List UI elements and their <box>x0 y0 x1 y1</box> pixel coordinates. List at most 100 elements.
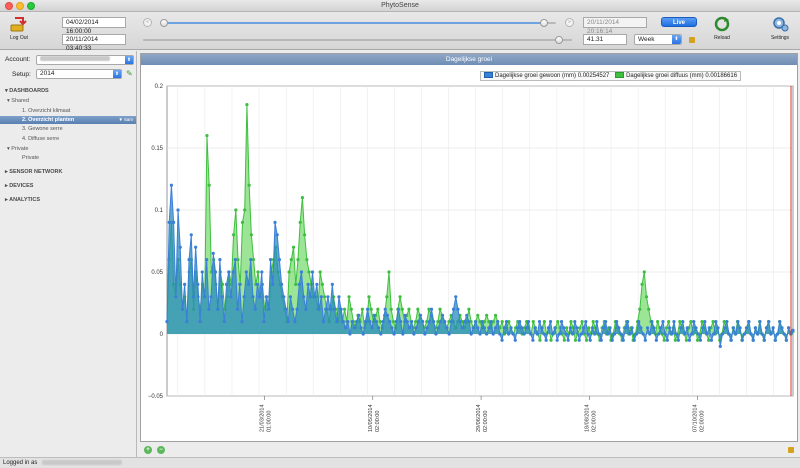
sidebar-item-gewone-serre[interactable]: 3. Gewone serre <box>22 126 63 132</box>
start-date-field[interactable]: 04/02/2014 16:00:00 <box>62 17 126 35</box>
lock-icon[interactable] <box>689 37 695 43</box>
zoom-value-field[interactable]: 41.31 <box>583 34 627 45</box>
reload-icon <box>713 16 731 32</box>
series-gewoon-point <box>260 270 264 274</box>
analytics-header[interactable]: ▸ ANALYTICS <box>5 197 40 203</box>
series-gewoon-point <box>262 320 266 324</box>
series-diffuus-point <box>240 220 245 224</box>
edit-setup-icon[interactable]: ✎ <box>126 69 133 78</box>
series-gewoon-point <box>266 307 270 311</box>
series-diffuus-point <box>243 208 247 212</box>
series-gewoon-point <box>586 332 590 336</box>
series-diffuus-point <box>695 338 700 342</box>
series-gewoon-point <box>385 313 390 317</box>
growth-chart[interactable]: 0.2 0.15 0.1 0.05 0 −0.05 21/03/2014 01:00:00 10… <box>141 66 797 442</box>
series-gewoon-point <box>648 332 652 336</box>
devices-header[interactable]: ▸ DEVICES <box>5 183 33 189</box>
account-select[interactable]: ⬍ <box>36 55 134 65</box>
series-diffuus-point <box>667 320 671 324</box>
x-tick-label: 18/08/2014 <box>584 404 590 432</box>
series-gewoon-point <box>445 326 449 330</box>
range-slider-start-handle[interactable] <box>160 19 168 27</box>
series-gewoon-point <box>372 313 376 317</box>
sidebar-item-private[interactable]: Private <box>22 155 39 161</box>
series-diffuus-point <box>400 307 404 311</box>
minimize-window-button[interactable] <box>16 2 24 10</box>
series-gewoon-point <box>610 338 614 342</box>
series-gewoon-point <box>313 295 317 299</box>
current-date-field[interactable]: 20/11/2014 03:40:33 <box>62 34 126 52</box>
series-gewoon-point <box>368 320 372 324</box>
private-group[interactable]: ▾ Private <box>7 146 28 152</box>
plot-area <box>166 85 794 397</box>
series-gewoon-point <box>769 332 773 336</box>
series-gewoon-point <box>575 326 579 330</box>
end-date-field[interactable]: 20/11/2014 20:16:14 <box>583 17 647 35</box>
setup-select[interactable]: 2014 ⬍ <box>36 69 122 79</box>
series-gewoon-point <box>709 338 714 342</box>
position-slider-handle[interactable] <box>555 36 564 44</box>
settings-button[interactable]: Settings <box>766 16 794 41</box>
series-diffuus-point <box>569 320 573 324</box>
close-window-button[interactable] <box>5 2 13 10</box>
series-diffuus-point <box>591 320 595 324</box>
series-diffuus-point <box>367 295 371 299</box>
logout-label: Log Out <box>10 35 28 41</box>
series-gewoon-point <box>357 313 361 317</box>
series-gewoon-point <box>562 326 566 330</box>
sidebar-item-overzicht-klimaat[interactable]: 1. Overzicht klimaat <box>22 108 70 114</box>
y-tick-label: 0.1 <box>155 208 164 214</box>
series-gewoon-point <box>167 220 171 224</box>
series-gewoon-point <box>231 270 235 274</box>
series-diffuus-point <box>391 320 396 324</box>
series-gewoon-point <box>434 332 438 336</box>
series-gewoon-point <box>725 320 729 324</box>
position-slider[interactable] <box>143 39 572 41</box>
maximize-window-button[interactable] <box>27 2 35 10</box>
series-gewoon-point <box>396 307 401 311</box>
zoom-out-button[interactable]: − <box>157 446 165 454</box>
series-gewoon-point <box>617 326 621 330</box>
zoom-in-button[interactable]: + <box>144 446 152 454</box>
sidebar-item-overzicht-planten[interactable]: 2. Overzicht planten ▼ 6am <box>0 116 136 124</box>
series-diffuus-point <box>291 245 296 249</box>
logout-button[interactable]: Log Out <box>6 16 32 41</box>
series-gewoon-point <box>191 295 196 299</box>
range-back-arrow-icon[interactable]: « <box>143 18 152 27</box>
range-slider-end-handle[interactable] <box>540 19 549 27</box>
series-gewoon-point <box>202 295 207 299</box>
series-gewoon-point <box>767 320 771 324</box>
series-gewoon-point <box>573 320 577 324</box>
sidebar-item-diffuse-serre[interactable]: 4. Diffuse serre <box>22 136 59 142</box>
lock-icon[interactable] <box>788 447 794 453</box>
sensor-network-header[interactable]: ▸ SENSOR NETWORK <box>5 169 62 175</box>
series-gewoon-point <box>460 326 464 330</box>
series-gewoon-point <box>553 326 557 330</box>
shared-group[interactable]: ▾ Shared <box>7 98 29 104</box>
logged-in-text: Logged in as <box>3 460 38 466</box>
series-diffuus-point <box>485 313 489 317</box>
series-gewoon-point <box>712 332 716 336</box>
series-diffuus-point <box>542 320 546 324</box>
series-gewoon-point <box>740 338 744 342</box>
series-gewoon-point <box>548 320 553 324</box>
series-gewoon-point <box>729 338 733 342</box>
series-gewoon-point <box>546 326 550 330</box>
series-diffuus-point <box>587 326 591 330</box>
series-gewoon-point <box>784 338 788 342</box>
chevron-down-icon: ⬍ <box>113 70 121 78</box>
period-select[interactable]: Week ⬍ <box>634 34 682 45</box>
live-button[interactable]: Live <box>661 17 697 27</box>
dashboards-header[interactable]: ▾ DASHBOARDS <box>5 88 49 94</box>
reload-button[interactable]: Reload <box>709 16 735 41</box>
sidebar-item-label: 2. Overzicht planten <box>22 117 75 123</box>
range-forward-arrow-icon[interactable]: » <box>565 18 574 27</box>
series-diffuus-point <box>638 307 642 311</box>
series-gewoon-point <box>656 332 661 336</box>
x-tick-label: 02:00:00 <box>591 411 597 432</box>
range-slider[interactable] <box>163 22 556 24</box>
series-gewoon-point <box>645 326 650 330</box>
series-gewoon-point <box>674 332 678 336</box>
series-gewoon-point <box>227 270 231 274</box>
series-gewoon-point <box>559 320 564 324</box>
